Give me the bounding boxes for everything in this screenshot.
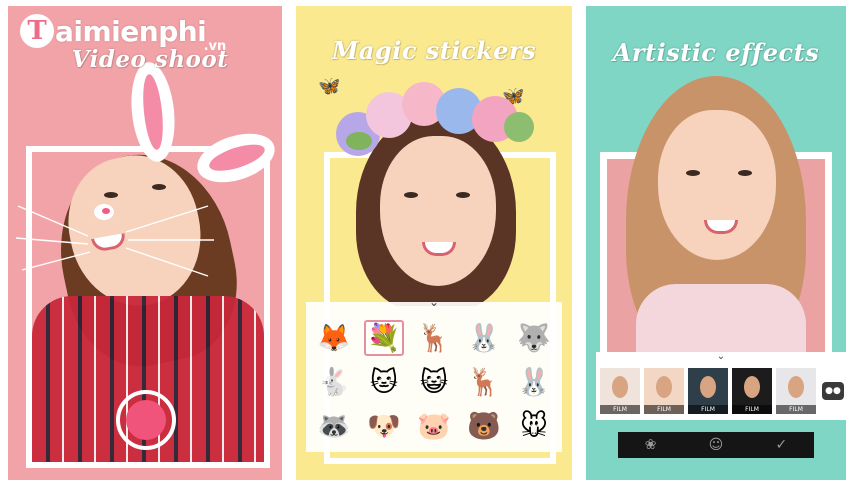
piglet-icon[interactable]: 🐷 xyxy=(414,408,454,444)
fox-face-icon[interactable]: 🦊 xyxy=(314,320,354,356)
face-shape xyxy=(380,136,496,286)
filter-label: FILM xyxy=(732,405,772,414)
thumbnail-portrait xyxy=(744,376,760,398)
panel-title: Artistic effects xyxy=(612,38,820,67)
eye-left xyxy=(404,192,418,198)
panel-magic-stickers: Magic stickers 🦋 🦋 ⌄ 🦊 💐 🦌 🐰 🐺 🐇 🐱 😺 🦌 🐰 🦝 🐶 🐷 🐻 🐭 xyxy=(296,6,572,480)
pink-cat-icon[interactable]: 😺 xyxy=(414,364,454,400)
face-shape xyxy=(658,110,776,260)
eye-left xyxy=(686,170,700,176)
reindeer-icon[interactable]: 🦌 xyxy=(464,364,504,400)
shutter-button[interactable] xyxy=(116,390,176,450)
pink-top xyxy=(636,284,806,352)
thumbnail-portrait xyxy=(656,376,672,398)
panel-video-shoot: T aimienphi .vn Video shoot xyxy=(8,6,282,480)
filter-thumbnail[interactable]: FILM xyxy=(732,368,772,414)
filter-label: FILM xyxy=(776,405,816,414)
filter-label: FILM xyxy=(600,405,640,414)
mouse-face-icon[interactable]: 🐭 xyxy=(514,408,554,444)
filter-circles-icon[interactable]: ❀ xyxy=(641,435,661,455)
chevron-down-icon[interactable]: ⌄ xyxy=(714,352,728,362)
chevron-down-icon[interactable]: ⌄ xyxy=(426,296,442,308)
thumbnail-portrait xyxy=(612,376,628,398)
more-filters-button[interactable]: ●● xyxy=(822,382,844,400)
husky-face-icon[interactable]: 🐺 xyxy=(514,320,554,356)
white-bunny-icon[interactable]: 🐇 xyxy=(314,364,354,400)
thumbnail-portrait xyxy=(700,376,716,398)
bunny-ears-icon[interactable]: 🐰 xyxy=(464,320,504,356)
filter-label: FILM xyxy=(688,405,728,414)
thumbnail-portrait xyxy=(788,376,804,398)
filter-thumbnail[interactable]: FILM xyxy=(644,368,684,414)
filter-label: FILM xyxy=(644,405,684,414)
sticker-tray: ⌄ 🦊 💐 🦌 🐰 🐺 🐇 🐱 😺 🦌 🐰 🦝 🐶 🐷 🐻 🐭 xyxy=(306,296,562,452)
deer-antlers-icon[interactable]: 🦌 xyxy=(414,320,454,356)
whiskers-icon xyxy=(15,205,214,277)
eye-right xyxy=(738,170,752,176)
eye-right xyxy=(456,192,470,198)
dalmatian-icon[interactable]: 🐶 xyxy=(364,408,404,444)
smile-face-icon[interactable]: ☺ xyxy=(706,435,726,455)
panel-artistic-effects: Artistic effects ⌄ FILM FILM FILM FILM FILM … xyxy=(586,6,846,480)
check-circle-icon[interactable]: ✓ xyxy=(771,435,791,455)
panel-title: Video shoot xyxy=(71,46,229,73)
watermark-logo: T aimienphi .vn xyxy=(20,12,226,54)
red-panda-icon[interactable]: 🦝 xyxy=(314,408,354,444)
logo-mark: T xyxy=(20,14,54,48)
flower-crown-icon[interactable]: 💐 xyxy=(364,320,404,356)
logo-text: aimienphi xyxy=(55,14,207,48)
flower-crown-icon xyxy=(336,82,536,156)
panel-title: Magic stickers xyxy=(331,36,537,65)
selfie-photo xyxy=(606,70,826,352)
filter-strip: ⌄ FILM FILM FILM FILM FILM ●● xyxy=(596,352,846,420)
pink-bunny-icon[interactable]: 🐰 xyxy=(514,364,554,400)
pink-bear-icon[interactable]: 🐻 xyxy=(464,408,504,444)
filter-thumbnail[interactable]: FILM xyxy=(600,368,640,414)
white-cat-icon[interactable]: 🐱 xyxy=(364,364,404,400)
filter-thumbnail[interactable]: FILM xyxy=(688,368,728,414)
filter-thumbnail[interactable]: FILM xyxy=(776,368,816,414)
record-icon xyxy=(126,400,166,440)
bottom-toolbar: ❀ ☺ ✓ xyxy=(618,432,814,458)
